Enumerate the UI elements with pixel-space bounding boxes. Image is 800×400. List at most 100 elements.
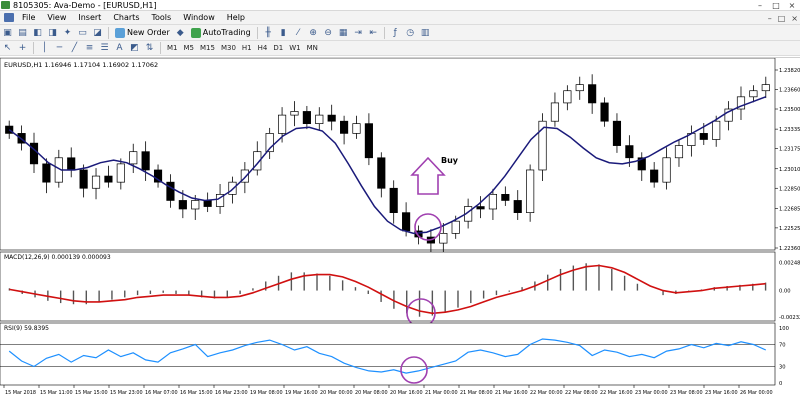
buy-annotation: Buy (441, 156, 459, 165)
menu-window[interactable]: Window (177, 13, 221, 22)
periods-icon[interactable]: ◷ (405, 27, 416, 38)
time-axis: 15 Mar 2018 15 Mar 11:00 15 Mar 15:00 15 Ma… (3, 385, 773, 396)
standard-toolbar: ▣ ▤ ◧ ◨ ✦ ▭ ◪ New Order ◆ AutoTrading ╫ … (0, 25, 800, 41)
new-order-button[interactable]: New Order (112, 26, 173, 39)
crosshair-icon[interactable]: + (17, 43, 28, 54)
vertical-line-icon[interactable]: │ (39, 43, 50, 54)
candle-body (228, 181, 237, 195)
autotrading-button[interactable]: AutoTrading (188, 26, 254, 39)
candle-body (377, 157, 386, 189)
arrows-icon[interactable]: ⇅ (144, 43, 155, 54)
autotrading-label: AutoTrading (202, 28, 251, 37)
horizontal-line-icon[interactable]: ─ (54, 43, 65, 54)
price-label: 1.23660 (779, 88, 800, 94)
candle-body (625, 145, 634, 159)
menu-help[interactable]: Help (221, 13, 251, 22)
toolbar-divider (256, 26, 258, 39)
timeframe-m15[interactable]: M15 (197, 44, 218, 52)
time-label: 16 Mar 23:00 (215, 390, 248, 396)
price-label: 1.23335 (779, 127, 800, 133)
candle-body (290, 111, 299, 116)
toolbar-divider (383, 26, 385, 39)
tile-windows-icon[interactable]: ▦ (338, 27, 349, 38)
timeframe-m1[interactable]: M1 (164, 44, 181, 52)
candle-body (166, 181, 175, 201)
menu-file[interactable]: File (16, 13, 41, 22)
price-header: EURUSD,H1 1.16946 1.17104 1.16902 1.1706… (4, 61, 158, 69)
candlestick-icon[interactable]: ▮ (278, 27, 289, 38)
timeframe-w1[interactable]: W1 (286, 44, 303, 52)
trendline-icon[interactable]: ╱ (69, 43, 80, 54)
time-label: 20 Mar 08:00 (355, 390, 388, 396)
minimize-button[interactable]: – (752, 0, 768, 11)
close-button[interactable]: × (784, 0, 800, 11)
menu-view[interactable]: View (41, 13, 72, 22)
menu-insert[interactable]: Insert (72, 13, 107, 22)
menu-bar: File View Insert Charts Tools Window Hel… (0, 11, 800, 25)
maximize-button[interactable]: □ (768, 0, 784, 11)
timeframe-mn[interactable]: MN (304, 44, 321, 52)
chart-canvas[interactable]: EURUSD,H1 1.16946 1.17104 1.16902 1.1706… (0, 57, 800, 400)
price-label: 1.22685 (779, 206, 800, 212)
fibonacci-icon[interactable]: ☰ (99, 43, 110, 54)
indicators-icon[interactable]: ƒ (390, 27, 401, 38)
zoom-out-icon[interactable]: ⊖ (323, 27, 334, 38)
new-chart-icon[interactable]: ▣ (2, 27, 13, 38)
candle-body (749, 90, 758, 98)
candle-body (141, 151, 150, 171)
zoom-in-icon[interactable]: ⊕ (308, 27, 319, 38)
mdi-restore-button[interactable]: □ (778, 14, 786, 23)
timeframe-h1[interactable]: H1 (239, 44, 255, 52)
toolbar-divider (108, 26, 109, 39)
label-icon[interactable]: ◩ (129, 43, 140, 54)
time-label: 22 Mar 08:00 (565, 390, 598, 396)
bar-chart-icon[interactable]: ╫ (263, 27, 274, 38)
candle-body (278, 114, 287, 134)
terminal-icon[interactable]: ▭ (77, 27, 88, 38)
candle-body (501, 194, 510, 201)
candle-body (563, 90, 572, 104)
candle-body (352, 123, 361, 134)
candle-body (488, 194, 497, 210)
metaeditor-icon[interactable]: ◆ (175, 27, 186, 38)
line-chart-icon[interactable]: ⁄ (293, 27, 304, 38)
cursor-icon[interactable]: ↖ (2, 43, 13, 54)
chart-window[interactable]: EURUSD,H1 1.16946 1.17104 1.16902 1.1706… (0, 57, 800, 400)
time-label: 15 Mar 11:00 (40, 390, 73, 396)
price-pane: EURUSD,H1 1.16946 1.17104 1.16902 1.1706… (0, 57, 800, 255)
candle-body (712, 120, 721, 140)
price-label: 1.22360 (779, 246, 800, 252)
timeframe-h4[interactable]: H4 (255, 44, 271, 52)
macd-axis: 0.002484 0.00 -0.002323 (779, 260, 800, 321)
market-watch-icon[interactable]: ◧ (32, 27, 43, 38)
candle-body (674, 145, 684, 159)
rsi-pane: RSI(9) 59.8395 100 70 30 0 (0, 322, 789, 387)
time-label: 15 Mar 15:00 (75, 390, 108, 396)
channel-icon[interactable]: ≡ (84, 43, 95, 54)
menu-charts[interactable]: Charts (107, 13, 145, 22)
time-label: 23 Mar 00:00 (635, 390, 668, 396)
toolbar-divider (160, 42, 161, 54)
timeframe-m5[interactable]: M5 (181, 44, 198, 52)
price-label: 1.22525 (779, 226, 800, 232)
autoscroll-icon[interactable]: ⇥ (353, 27, 364, 38)
rsi-label: 0 (779, 381, 782, 387)
tester-icon[interactable]: ◪ (92, 27, 103, 38)
timeframe-m30[interactable]: M30 (218, 44, 239, 52)
time-label: 15 Mar 23:00 (110, 390, 143, 396)
candle-body (612, 120, 622, 146)
navigator-icon[interactable]: ✦ (62, 27, 73, 38)
text-icon[interactable]: A (114, 43, 125, 54)
macd-label: -0.002323 (779, 315, 800, 321)
time-label: 26 Mar 00:00 (740, 390, 773, 396)
mdi-close-button[interactable]: × (791, 14, 798, 23)
timeframe-d1[interactable]: D1 (270, 44, 286, 52)
chart-shift-icon[interactable]: ⇤ (368, 27, 379, 38)
time-label: 19 Mar 16:00 (285, 390, 318, 396)
menu-tools[interactable]: Tools (145, 13, 177, 22)
data-window-icon[interactable]: ◨ (47, 27, 58, 38)
templates-icon[interactable]: ▥ (420, 27, 431, 38)
profiles-icon[interactable]: ▤ (17, 27, 28, 38)
price-label: 1.22850 (779, 186, 800, 192)
mdi-minimize-button[interactable]: – (768, 14, 772, 23)
